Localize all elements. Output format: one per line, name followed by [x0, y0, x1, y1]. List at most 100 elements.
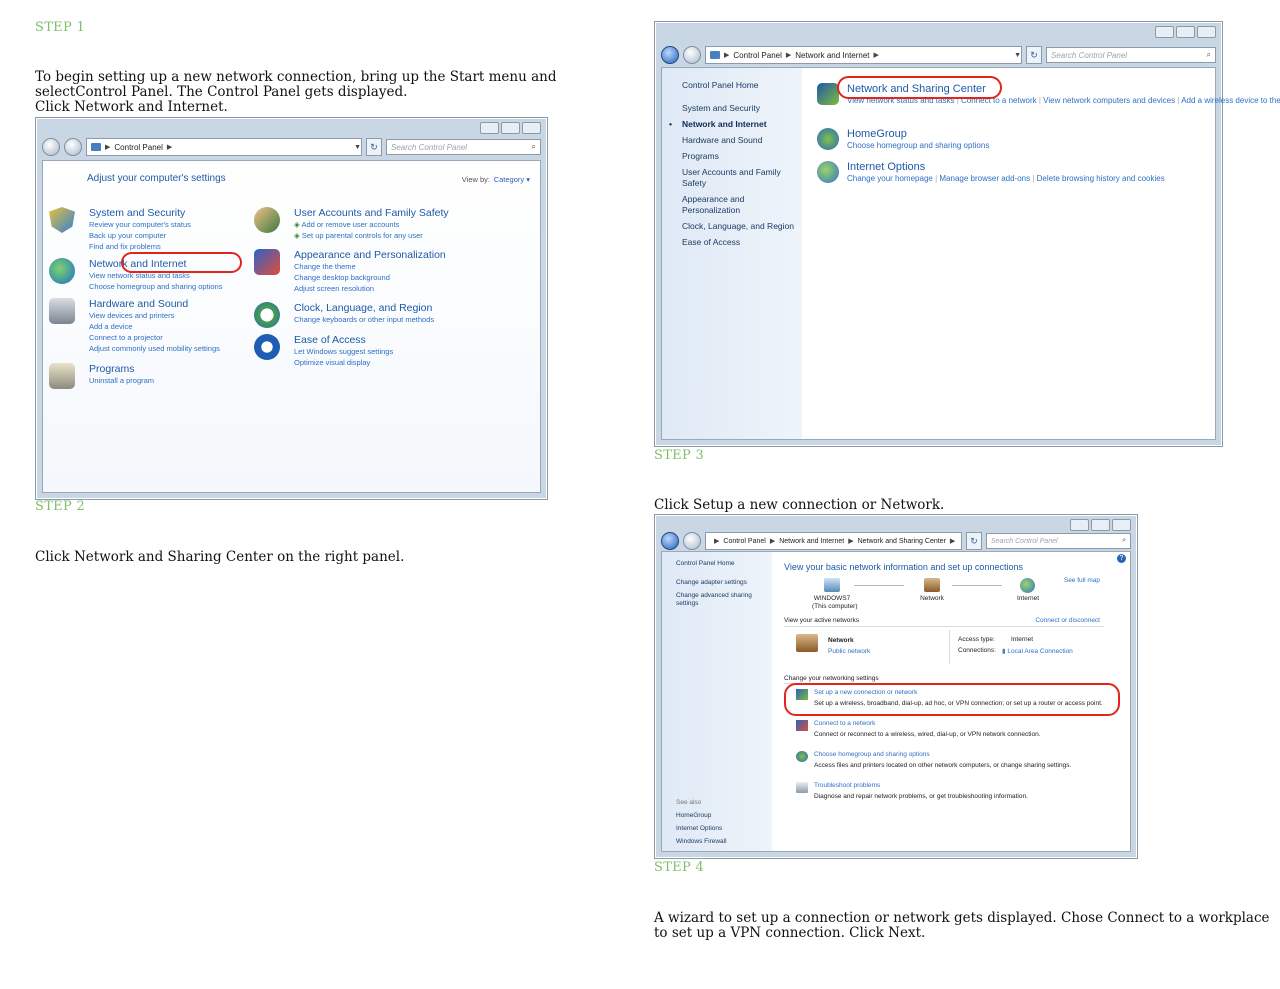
task-link[interactable]: View devices and printers — [89, 310, 220, 321]
breadcrumb-item[interactable]: Network and Internet — [795, 51, 869, 60]
task-link[interactable]: Review your computer's status — [89, 219, 191, 230]
address-bar[interactable]: ▶ Control Panel ▶ Network and Internet ▶… — [705, 46, 1022, 64]
breadcrumb-item[interactable]: Network and Internet — [779, 538, 844, 545]
sidebar-item-programs[interactable]: Programs — [682, 151, 802, 162]
minimize-button[interactable] — [1070, 519, 1089, 531]
refresh-icon[interactable]: ↻ — [1026, 46, 1042, 64]
internet-label: Internet — [1016, 595, 1040, 602]
sidebar-item-adapter[interactable]: Change adapter settings — [676, 579, 768, 587]
highlight-ring — [784, 683, 1120, 716]
task-link[interactable]: Choose homegroup and sharing options — [89, 281, 222, 292]
close-button[interactable] — [522, 122, 541, 134]
address-bar[interactable]: ▶ Control Panel ▶ ▼ — [86, 138, 362, 156]
task-link[interactable]: Find and fix problems — [89, 241, 191, 252]
task-link[interactable]: Choose homegroup and sharing options — [847, 140, 989, 151]
group-title[interactable]: Appearance and Personalization — [294, 249, 446, 261]
see-also-link[interactable]: HomeGroup — [676, 809, 768, 822]
sidebar-item-home[interactable]: Control Panel Home — [682, 80, 802, 91]
minimize-button[interactable] — [1155, 26, 1174, 38]
sidebar-item-system-security[interactable]: System and Security — [682, 103, 802, 114]
group-homegroup: HomeGroup Choose homegroup and sharing o… — [817, 128, 989, 151]
maximize-button[interactable] — [1091, 519, 1110, 531]
sidebar-item-user-accounts[interactable]: User Accounts and Family Safety — [682, 167, 802, 189]
breadcrumb-item[interactable]: Control Panel — [114, 143, 162, 152]
task-link[interactable]: Add a device — [89, 321, 220, 332]
group-title[interactable]: Hardware and Sound — [89, 298, 220, 310]
search-icon: ⌕ — [1122, 537, 1126, 544]
group-hardware-sound: Hardware and Sound View devices and prin… — [49, 298, 220, 354]
see-also-label: See also — [676, 799, 702, 806]
forward-button[interactable] — [683, 532, 701, 550]
task-link[interactable]: Troubleshoot problems — [814, 782, 880, 789]
task-link[interactable]: Adjust screen resolution — [294, 283, 446, 294]
task-link[interactable]: Change your homepage — [847, 174, 933, 183]
back-button[interactable] — [661, 46, 679, 64]
task-link[interactable]: Delete browsing history and cookies — [1037, 174, 1165, 183]
task-link[interactable]: Change the theme — [294, 261, 446, 272]
connect-disconnect-link[interactable]: Connect or disconnect — [1035, 617, 1100, 624]
breadcrumb-item[interactable]: Control Panel — [733, 51, 781, 60]
globe-icon — [49, 258, 75, 284]
task-link[interactable]: ◈ Set up parental controls for any user — [294, 230, 449, 241]
see-also-link[interactable]: Internet Options — [676, 822, 768, 835]
sidebar-item-appearance[interactable]: Appearance and Personalization — [682, 194, 802, 216]
task-link[interactable]: Connect to a projector — [89, 332, 220, 343]
task-link[interactable]: Uninstall a program — [89, 375, 154, 386]
network-type-link[interactable]: Public network — [828, 648, 870, 655]
screenshot-network-internet: ▶ Control Panel ▶ Network and Internet ▶… — [654, 21, 1280, 447]
breadcrumb-item[interactable]: Network and Sharing Center — [858, 538, 946, 545]
task-link[interactable]: ◈ Add or remove user accounts — [294, 219, 449, 230]
group-title[interactable]: HomeGroup — [847, 128, 989, 140]
maximize-button[interactable] — [1176, 26, 1195, 38]
group-appearance: Appearance and Personalization Change th… — [254, 249, 446, 294]
see-also-link[interactable]: Windows Firewall — [676, 835, 768, 848]
sidebar-item-home[interactable]: Control Panel Home — [676, 560, 768, 568]
connections-label: Connections: — [958, 647, 996, 654]
step-3-label: STEP 3 — [654, 448, 705, 463]
task-link[interactable]: Change keyboards or other input methods — [294, 314, 434, 325]
sidebar-item-advanced-sharing[interactable]: Change advanced sharing settings — [676, 592, 768, 608]
task-link[interactable]: Manage browser add-ons — [939, 174, 1030, 183]
task-link[interactable]: Adjust commonly used mobility settings — [89, 343, 220, 354]
back-button[interactable] — [42, 138, 60, 156]
chevron-down-icon[interactable]: ▼ — [1014, 52, 1021, 59]
close-button[interactable] — [1112, 519, 1131, 531]
minimize-button[interactable] — [480, 122, 499, 134]
group-title[interactable]: Clock, Language, and Region — [294, 302, 434, 314]
task-link[interactable]: Back up your computer — [89, 230, 191, 241]
address-bar[interactable]: ▶ Control Panel ▶ Network and Internet ▶… — [705, 532, 962, 550]
connections-link[interactable]: ▮ Local Area Connection — [1002, 647, 1073, 655]
refresh-icon[interactable]: ↻ — [966, 532, 982, 550]
sidebar-item-hardware-sound[interactable]: Hardware and Sound — [682, 135, 802, 146]
group-title[interactable]: Internet Options — [847, 161, 1165, 173]
search-input[interactable]: Search Control Panel ⌕ — [986, 533, 1131, 549]
task-link[interactable]: Change desktop background — [294, 272, 446, 283]
task-link[interactable]: Connect to a network — [814, 720, 875, 727]
task-link[interactable]: Let Windows suggest settings — [294, 346, 393, 357]
step-4-label: STEP 4 — [654, 860, 705, 875]
sidebar-item-network-internet[interactable]: • Network and Internet — [669, 119, 802, 130]
close-button[interactable] — [1197, 26, 1216, 38]
refresh-icon[interactable]: ↻ — [366, 138, 382, 156]
sidebar-item-clock-language[interactable]: Clock, Language, and Region — [682, 221, 802, 232]
group-title[interactable]: Ease of Access — [294, 334, 393, 346]
group-title[interactable]: User Accounts and Family Safety — [294, 207, 449, 219]
viewby-dropdown[interactable]: Category ▾ — [494, 175, 530, 184]
group-title[interactable]: System and Security — [89, 207, 191, 219]
sidebar-item-ease-access[interactable]: Ease of Access — [682, 237, 802, 248]
forward-button[interactable] — [683, 46, 701, 64]
task-link[interactable]: Choose homegroup and sharing options — [814, 751, 930, 758]
forward-button[interactable] — [64, 138, 82, 156]
search-input[interactable]: Search Control Panel ⌕ — [386, 139, 541, 155]
instruction-step-3: Click Setup a new connection or Network. — [654, 498, 944, 513]
breadcrumb-item[interactable]: Control Panel — [723, 538, 765, 545]
task-link[interactable]: View network computers and devices — [1043, 96, 1175, 105]
task-link[interactable]: Optimize visual display — [294, 357, 393, 368]
chevron-down-icon[interactable]: ▼ — [354, 144, 361, 151]
task-link[interactable]: Add a wireless device to the network — [1181, 96, 1280, 105]
back-button[interactable] — [661, 532, 679, 550]
group-title[interactable]: Programs — [89, 363, 154, 375]
help-icon[interactable]: ? — [1117, 554, 1126, 563]
maximize-button[interactable] — [501, 122, 520, 134]
search-input[interactable]: Search Control Panel ⌕ — [1046, 47, 1216, 63]
